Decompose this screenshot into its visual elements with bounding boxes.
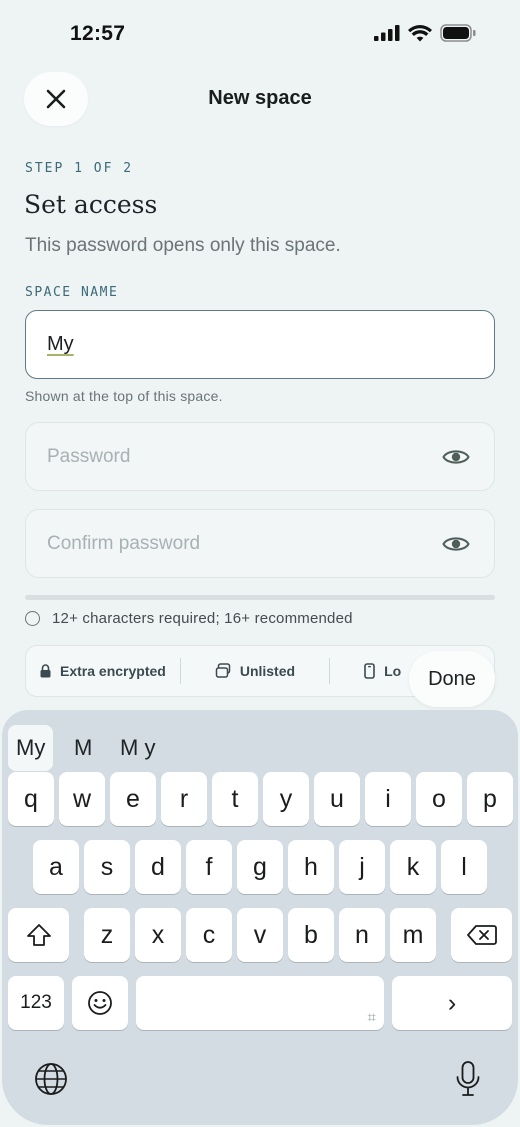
space-name-input[interactable]: My: [25, 310, 495, 379]
key-b[interactable]: b: [288, 908, 334, 962]
feature-extra-encrypted: Extra encrypted: [26, 646, 180, 696]
password-requirement: 12+ characters required; 16+ recommended: [25, 610, 353, 627]
status-icons: [374, 24, 476, 42]
key-r[interactable]: r: [161, 772, 207, 826]
microphone-icon: [456, 1061, 480, 1096]
dictation-button[interactable]: [450, 1058, 486, 1100]
key-s[interactable]: s: [84, 840, 130, 894]
password-strength-bar: [25, 595, 495, 600]
confirm-password-placeholder: Confirm password: [47, 532, 201, 554]
numbers-key[interactable]: 123: [8, 976, 64, 1030]
key-c[interactable]: c: [186, 908, 232, 962]
key-t[interactable]: t: [212, 772, 258, 826]
key-l[interactable]: l: [441, 840, 487, 894]
key-o[interactable]: o: [416, 772, 462, 826]
feature-unlisted: Unlisted: [181, 646, 309, 696]
password-placeholder: Password: [47, 445, 131, 467]
key-g[interactable]: g: [237, 840, 283, 894]
section-heading: Set access: [24, 190, 158, 219]
return-key[interactable]: ›: [392, 976, 512, 1030]
suggestion-item[interactable]: M y: [120, 725, 155, 771]
lock-icon: [40, 664, 51, 678]
key-i[interactable]: i: [365, 772, 411, 826]
wifi-icon: [408, 24, 432, 41]
phone-icon: [364, 663, 375, 679]
space-name-help: Shown at the top of this space.: [25, 388, 223, 404]
onscreen-keyboard: My M M y q w e r t y u i o p a s d f g h…: [2, 710, 518, 1125]
battery-icon: [440, 24, 476, 42]
key-n[interactable]: n: [339, 908, 385, 962]
done-button[interactable]: Done: [409, 651, 495, 707]
confirm-password-input[interactable]: Confirm password: [25, 509, 495, 578]
key-k[interactable]: k: [390, 840, 436, 894]
cellular-signal-icon: [374, 25, 400, 41]
requirement-text: 12+ characters required; 16+ recommended: [52, 610, 353, 627]
feature-local: Lo: [330, 646, 415, 696]
delete-key[interactable]: [451, 908, 512, 962]
key-z[interactable]: z: [84, 908, 130, 962]
globe-icon: [35, 1063, 67, 1095]
space-name-value: My: [47, 333, 74, 355]
key-w[interactable]: w: [59, 772, 105, 826]
password-input[interactable]: Password: [25, 422, 495, 491]
key-a[interactable]: a: [33, 840, 79, 894]
step-indicator: STEP 1 OF 2: [25, 161, 134, 176]
space-key-hint: ⌗: [367, 1009, 376, 1026]
eye-icon[interactable]: [442, 447, 470, 467]
suggestion-item[interactable]: My: [8, 725, 54, 771]
shift-key[interactable]: [8, 908, 69, 962]
eye-icon[interactable]: [442, 534, 470, 554]
key-u[interactable]: u: [314, 772, 360, 826]
status-time: 12:57: [70, 22, 126, 45]
key-v[interactable]: v: [237, 908, 283, 962]
key-h[interactable]: h: [288, 840, 334, 894]
key-d[interactable]: d: [135, 840, 181, 894]
key-j[interactable]: j: [339, 840, 385, 894]
shift-icon: [26, 924, 51, 946]
section-subtitle: This password opens only this space.: [25, 235, 341, 256]
requirement-status-icon: [25, 611, 40, 626]
stack-icon: [215, 663, 231, 678]
space-key[interactable]: ⌗: [136, 976, 384, 1030]
key-f[interactable]: f: [186, 840, 232, 894]
key-y[interactable]: y: [263, 772, 309, 826]
key-q[interactable]: q: [8, 772, 54, 826]
key-x[interactable]: x: [135, 908, 181, 962]
emoji-key[interactable]: [72, 976, 128, 1030]
space-name-label: SPACE NAME: [25, 285, 119, 300]
emoji-icon: [88, 991, 112, 1015]
key-p[interactable]: p: [467, 772, 513, 826]
key-e[interactable]: e: [110, 772, 156, 826]
suggestion-item[interactable]: M: [74, 725, 92, 771]
backspace-icon: [466, 925, 497, 945]
globe-button[interactable]: [32, 1060, 70, 1098]
key-m[interactable]: m: [390, 908, 436, 962]
page-title: New space: [208, 87, 312, 109]
